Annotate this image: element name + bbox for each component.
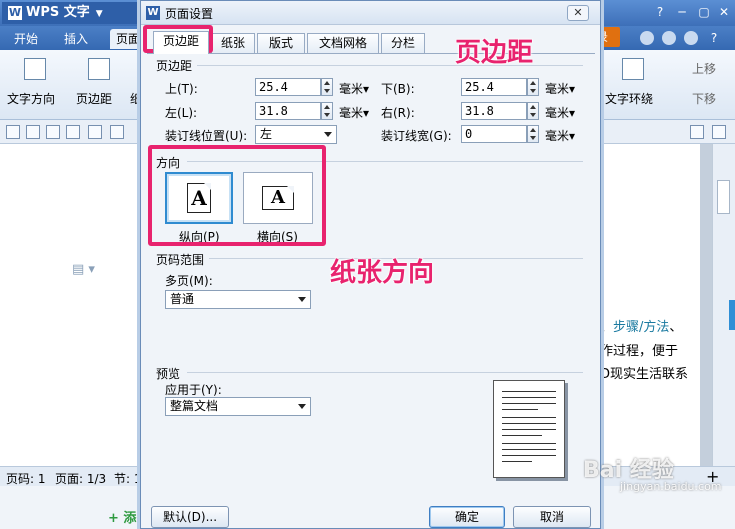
top-margin-label: 上(T): — [165, 82, 198, 96]
preview-group-title: 预览 — [156, 367, 181, 381]
add-button[interactable]: + 添 — [108, 507, 136, 526]
gutter-width-unit[interactable]: 毫米▾ — [545, 127, 575, 144]
export-pdf-icon[interactable] — [46, 125, 60, 139]
wps-logo-icon: W — [8, 6, 22, 20]
margins-icon[interactable] — [88, 58, 110, 80]
text-wrap-button[interactable]: 文字环绕 — [605, 90, 653, 107]
margins-group-title: 页边距 — [156, 59, 193, 73]
settings-icon[interactable] — [684, 31, 698, 45]
print-icon[interactable] — [66, 125, 80, 139]
undo-icon[interactable] — [110, 125, 124, 139]
dialog-title: 页面设置 — [165, 7, 214, 21]
ok-button[interactable]: 确定 — [429, 506, 505, 528]
restore-doc-icon[interactable] — [690, 125, 704, 139]
doc-line-1: 、步骤/方法、 — [600, 320, 683, 335]
move-down-button[interactable]: 下移 — [692, 90, 716, 107]
doc-line-2: 作过程，便于 — [600, 344, 679, 359]
maximize-button[interactable]: ▢ — [694, 4, 714, 20]
orientation-annotation: 纸张方向 — [329, 258, 435, 289]
margin-annotation: 页边距 — [454, 38, 534, 69]
page-range-group-title: 页码范围 — [156, 253, 205, 267]
tab-columns[interactable]: 分栏 — [381, 33, 425, 53]
watermark-url: jingyan.baidu.com — [620, 480, 722, 493]
left-margin-spinner[interactable] — [321, 102, 333, 120]
left-margin-unit[interactable]: 毫米▾ — [339, 104, 369, 121]
skin-icon[interactable] — [640, 31, 654, 45]
status-page-code: 页码: 1 — [6, 472, 46, 486]
print-preview-icon[interactable] — [88, 125, 102, 139]
tab-paper[interactable]: 纸张 — [211, 33, 255, 53]
top-margin-unit[interactable]: 毫米▾ — [339, 80, 369, 97]
help-small-icon[interactable]: ? — [704, 30, 724, 46]
tab-doc-grid[interactable]: 文档网格 — [307, 33, 379, 53]
paragraph-icon: ▤ ▾ — [72, 262, 95, 277]
apply-to-select[interactable]: 整篇文档 — [165, 397, 311, 416]
top-margin-input[interactable]: 25.4 — [255, 78, 321, 96]
text-wrap-icon[interactable] — [622, 58, 644, 80]
chevron-down-icon — [298, 404, 306, 409]
preview-page — [493, 380, 565, 478]
right-margin-input[interactable]: 31.8 — [461, 102, 527, 120]
left-margin-input[interactable]: 31.8 — [255, 102, 321, 120]
left-margin-label: 左(L): — [165, 106, 198, 120]
dialog-titlebar[interactable]: W 页面设置 ✕ — [141, 1, 600, 25]
side-panel-tab[interactable] — [729, 300, 735, 330]
wps-logo-icon: W — [146, 6, 160, 20]
feedback-icon[interactable] — [662, 31, 676, 45]
tab-margins[interactable]: 页边距 — [153, 31, 209, 54]
tab-layout[interactable]: 版式 — [257, 33, 305, 53]
group-divider — [187, 372, 583, 373]
orientation-highlight — [148, 145, 326, 246]
text-direction-icon[interactable] — [24, 58, 46, 80]
minimize-button[interactable]: ─ — [672, 4, 692, 20]
bottom-margin-spinner[interactable] — [527, 78, 539, 96]
save-icon[interactable] — [26, 125, 40, 139]
right-margin-spinner[interactable] — [527, 102, 539, 120]
gutter-width-label: 装订线宽(G): — [381, 129, 452, 143]
status-section: 节: 1 — [114, 472, 142, 486]
bottom-margin-input[interactable]: 25.4 — [461, 78, 527, 96]
help-icon[interactable]: ? — [650, 4, 670, 20]
chevron-down-icon — [324, 132, 332, 137]
close-doc-icon[interactable] — [712, 125, 726, 139]
gutter-position-label: 装订线位置(U): — [165, 129, 248, 143]
gutter-width-spinner[interactable] — [527, 125, 539, 143]
top-margin-spinner[interactable] — [321, 78, 333, 96]
doc-link[interactable]: 步骤/方法 — [613, 320, 669, 335]
right-margin-unit[interactable]: 毫米▾ — [545, 104, 575, 121]
doc-line-3: D现实生活联系 — [600, 367, 689, 382]
tab-start[interactable]: 开始 — [8, 29, 44, 49]
app-menu-button[interactable]: W WPS 文字 ▼ — [2, 2, 138, 24]
default-button[interactable]: 默认(D)... — [151, 506, 229, 528]
text-direction-button[interactable]: 文字方向 — [7, 90, 55, 107]
close-window-button[interactable]: ✕ — [714, 4, 734, 20]
bottom-margin-label: 下(B): — [381, 82, 415, 96]
multi-page-label: 多页(M): — [165, 274, 213, 288]
cancel-button[interactable]: 取消 — [513, 506, 591, 528]
scroll-thumb[interactable] — [717, 180, 730, 214]
open-icon[interactable] — [6, 125, 20, 139]
dialog-close-button[interactable]: ✕ — [567, 5, 589, 21]
move-up-button[interactable]: 上移 — [692, 60, 716, 77]
multi-page-select[interactable]: 普通 — [165, 290, 311, 309]
app-name: WPS 文字 — [26, 5, 90, 20]
apply-to-label: 应用于(Y): — [165, 383, 222, 397]
bottom-margin-unit[interactable]: 毫米▾ — [545, 80, 575, 97]
status-page: 页面: 1/3 — [55, 472, 107, 486]
chevron-down-icon: ▼ — [95, 9, 103, 19]
gutter-position-select[interactable]: 左 — [255, 125, 337, 144]
chevron-down-icon — [298, 297, 306, 302]
right-margin-label: 右(R): — [381, 106, 415, 120]
margins-button[interactable]: 页边距 — [76, 90, 112, 107]
gutter-width-input[interactable]: 0 — [461, 125, 527, 143]
tab-insert[interactable]: 插入 — [58, 29, 94, 49]
